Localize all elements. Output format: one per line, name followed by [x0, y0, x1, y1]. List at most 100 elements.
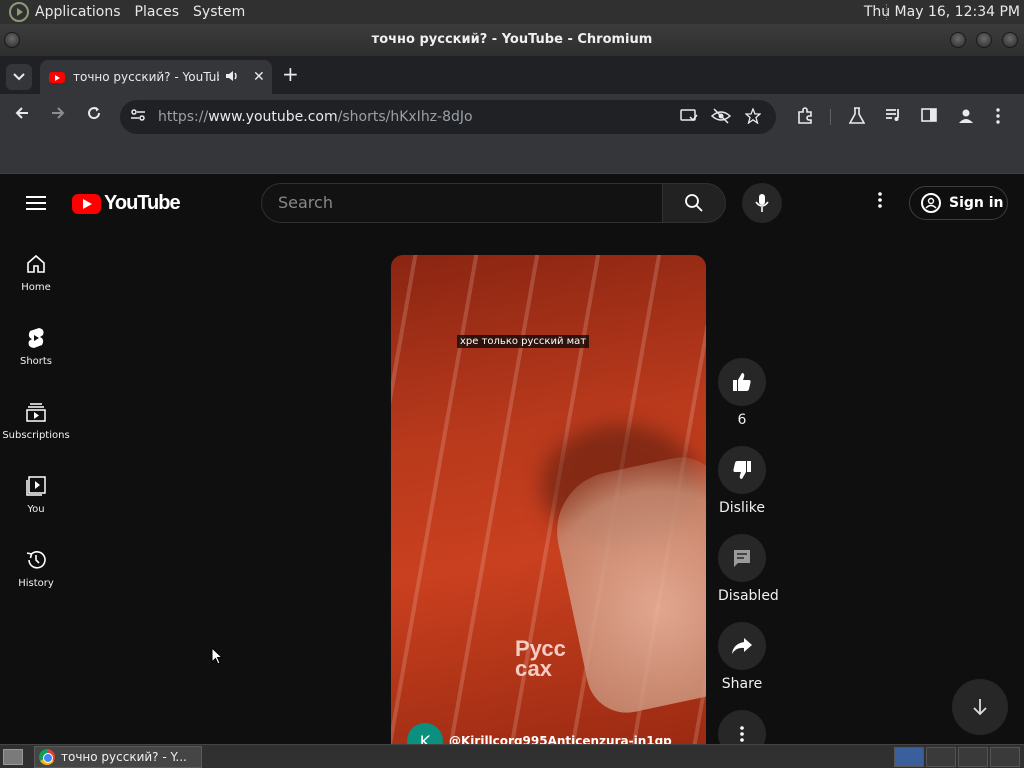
- workspace-4[interactable]: [990, 747, 1020, 767]
- cast-icon[interactable]: [680, 108, 698, 128]
- profile-icon[interactable]: [957, 107, 975, 129]
- taskbar-window-title: точно русский? - Y...: [61, 750, 187, 764]
- like-action[interactable]: 6: [718, 358, 766, 428]
- side-panel-icon[interactable]: [921, 107, 937, 127]
- address-bar[interactable]: https://www.youtube.com/shorts/hKxIhz-8d…: [120, 100, 776, 134]
- window-title: точно русский? - YouTube - Chromium: [371, 32, 653, 47]
- share-label: Share: [721, 676, 763, 692]
- labs-flask-icon[interactable]: [848, 107, 866, 129]
- next-short-button[interactable]: [952, 679, 1008, 735]
- you-icon: [0, 474, 72, 498]
- youtube-masthead: YouTube Search Sign in: [0, 174, 1024, 232]
- forward-button[interactable]: [46, 105, 70, 126]
- comments-button[interactable]: [718, 534, 766, 582]
- arrow-left-icon: [15, 107, 28, 119]
- tab-title: точно русский? - YouTube: [73, 70, 219, 84]
- workspace-1[interactable]: [894, 747, 924, 767]
- guide-menu-icon[interactable]: [26, 196, 46, 210]
- dislike-label: Dislike: [719, 500, 765, 516]
- url-text[interactable]: https://www.youtube.com/shorts/hKxIhz-8d…: [158, 109, 473, 125]
- guide-item-you[interactable]: You: [0, 474, 72, 515]
- youtube-play-icon: [72, 193, 101, 214]
- taskbar-window-button[interactable]: точно русский? - Y...: [34, 746, 202, 768]
- dislike-action[interactable]: Dislike: [718, 446, 766, 516]
- tab-close-icon[interactable]: ✕: [253, 69, 265, 85]
- thumbs-down-icon: [733, 461, 751, 479]
- chevron-down-icon: [13, 73, 25, 81]
- thumbs-up-icon: [733, 373, 751, 391]
- reload-button[interactable]: [82, 105, 106, 126]
- chromium-icon: [39, 749, 55, 765]
- chrome-menu-icon[interactable]: [995, 107, 1001, 129]
- arrow-down-icon: [973, 699, 987, 716]
- tab-youtube[interactable]: точно русский? - YouTube ✕: [40, 60, 272, 94]
- back-button[interactable]: [10, 105, 34, 126]
- share-icon: [732, 638, 752, 654]
- bottom-panel: точно русский? - Y...: [0, 744, 1024, 768]
- like-button[interactable]: [718, 358, 766, 406]
- channel-name[interactable]: @Kirillcorg995Anticenzura-in1gp: [449, 734, 672, 744]
- close-window-button[interactable]: [1002, 32, 1018, 48]
- youtube-page: YouTube Search Sign in Home Shorts Subsc…: [0, 174, 1024, 758]
- window-titlebar[interactable]: точно русский? - YouTube - Chromium: [0, 24, 1024, 56]
- menu-applications[interactable]: Applications: [35, 4, 121, 20]
- bookmark-star-icon[interactable]: [744, 107, 762, 128]
- tab-strip: точно русский? - YouTube ✕ +: [0, 56, 1024, 94]
- search-button[interactable]: [662, 183, 726, 223]
- home-icon: [0, 252, 72, 276]
- settings-menu-icon[interactable]: [870, 190, 890, 214]
- search-input[interactable]: Search: [261, 183, 663, 223]
- microphone-icon: [755, 194, 769, 212]
- share-action[interactable]: Share: [718, 622, 766, 692]
- voice-search-button[interactable]: [742, 183, 782, 223]
- search-icon: [685, 194, 703, 212]
- dislike-button[interactable]: [718, 446, 766, 494]
- sign-in-button[interactable]: Sign in: [909, 186, 1008, 220]
- channel-avatar[interactable]: K: [407, 723, 443, 744]
- comment-icon: [734, 550, 750, 567]
- guide-item-history[interactable]: History: [0, 548, 72, 589]
- tab-search-button[interactable]: [6, 64, 32, 90]
- shorts-icon: [0, 326, 72, 350]
- youtube-favicon-icon: [49, 71, 65, 83]
- toolbar-divider: [830, 109, 831, 125]
- guide-item-shorts[interactable]: Shorts: [0, 326, 72, 367]
- show-desktop-icon[interactable]: [3, 749, 23, 765]
- account-icon: [921, 193, 941, 213]
- comments-action[interactable]: Disabled: [718, 534, 779, 604]
- comments-label: Disabled: [718, 588, 779, 604]
- clock[interactable]: Thu May 16, 12:34 PM: [864, 0, 1020, 24]
- more-vert-icon: [740, 726, 744, 742]
- reload-icon: [88, 107, 101, 120]
- applications-logo-icon[interactable]: [9, 2, 29, 22]
- short-video-player[interactable]: хре только русский мат Русс сах K @Kiril…: [391, 255, 706, 744]
- extensions-icon[interactable]: [796, 107, 814, 129]
- maximize-button[interactable]: [976, 32, 992, 48]
- guide-item-home[interactable]: Home: [0, 252, 72, 293]
- share-button[interactable]: [718, 622, 766, 670]
- window-menu-button[interactable]: [4, 32, 20, 48]
- like-count: 6: [737, 412, 747, 428]
- top-panel: Applications Places System Thu May 16, 1…: [0, 0, 1024, 24]
- menu-places[interactable]: Places: [135, 4, 180, 20]
- audio-playing-icon[interactable]: [225, 70, 239, 85]
- workspace-2[interactable]: [926, 747, 956, 767]
- mouse-cursor-icon: [211, 647, 223, 665]
- channel-info[interactable]: K @Kirillcorg995Anticenzura-in1gp: [407, 723, 672, 744]
- menu-system[interactable]: System: [193, 4, 245, 20]
- browser-toolbar: https://www.youtube.com/shorts/hKxIhz-8d…: [0, 94, 1024, 140]
- history-icon: [0, 548, 72, 572]
- youtube-logo[interactable]: YouTube: [72, 192, 181, 215]
- guide-item-subscriptions[interactable]: Subscriptions: [0, 400, 72, 441]
- new-tab-button[interactable]: +: [282, 62, 299, 86]
- minimize-button[interactable]: [950, 32, 966, 48]
- eye-off-icon[interactable]: [710, 108, 732, 128]
- box-print-text: Русс сах: [515, 636, 566, 681]
- media-queue-icon[interactable]: [885, 107, 903, 127]
- site-info-icon[interactable]: [130, 108, 150, 126]
- video-caption: хре только русский мат: [457, 335, 590, 348]
- workspace-3[interactable]: [958, 747, 988, 767]
- arrow-right-icon: [52, 107, 65, 119]
- bookmarks-bar: [0, 140, 1024, 174]
- subscriptions-icon: [0, 400, 72, 424]
